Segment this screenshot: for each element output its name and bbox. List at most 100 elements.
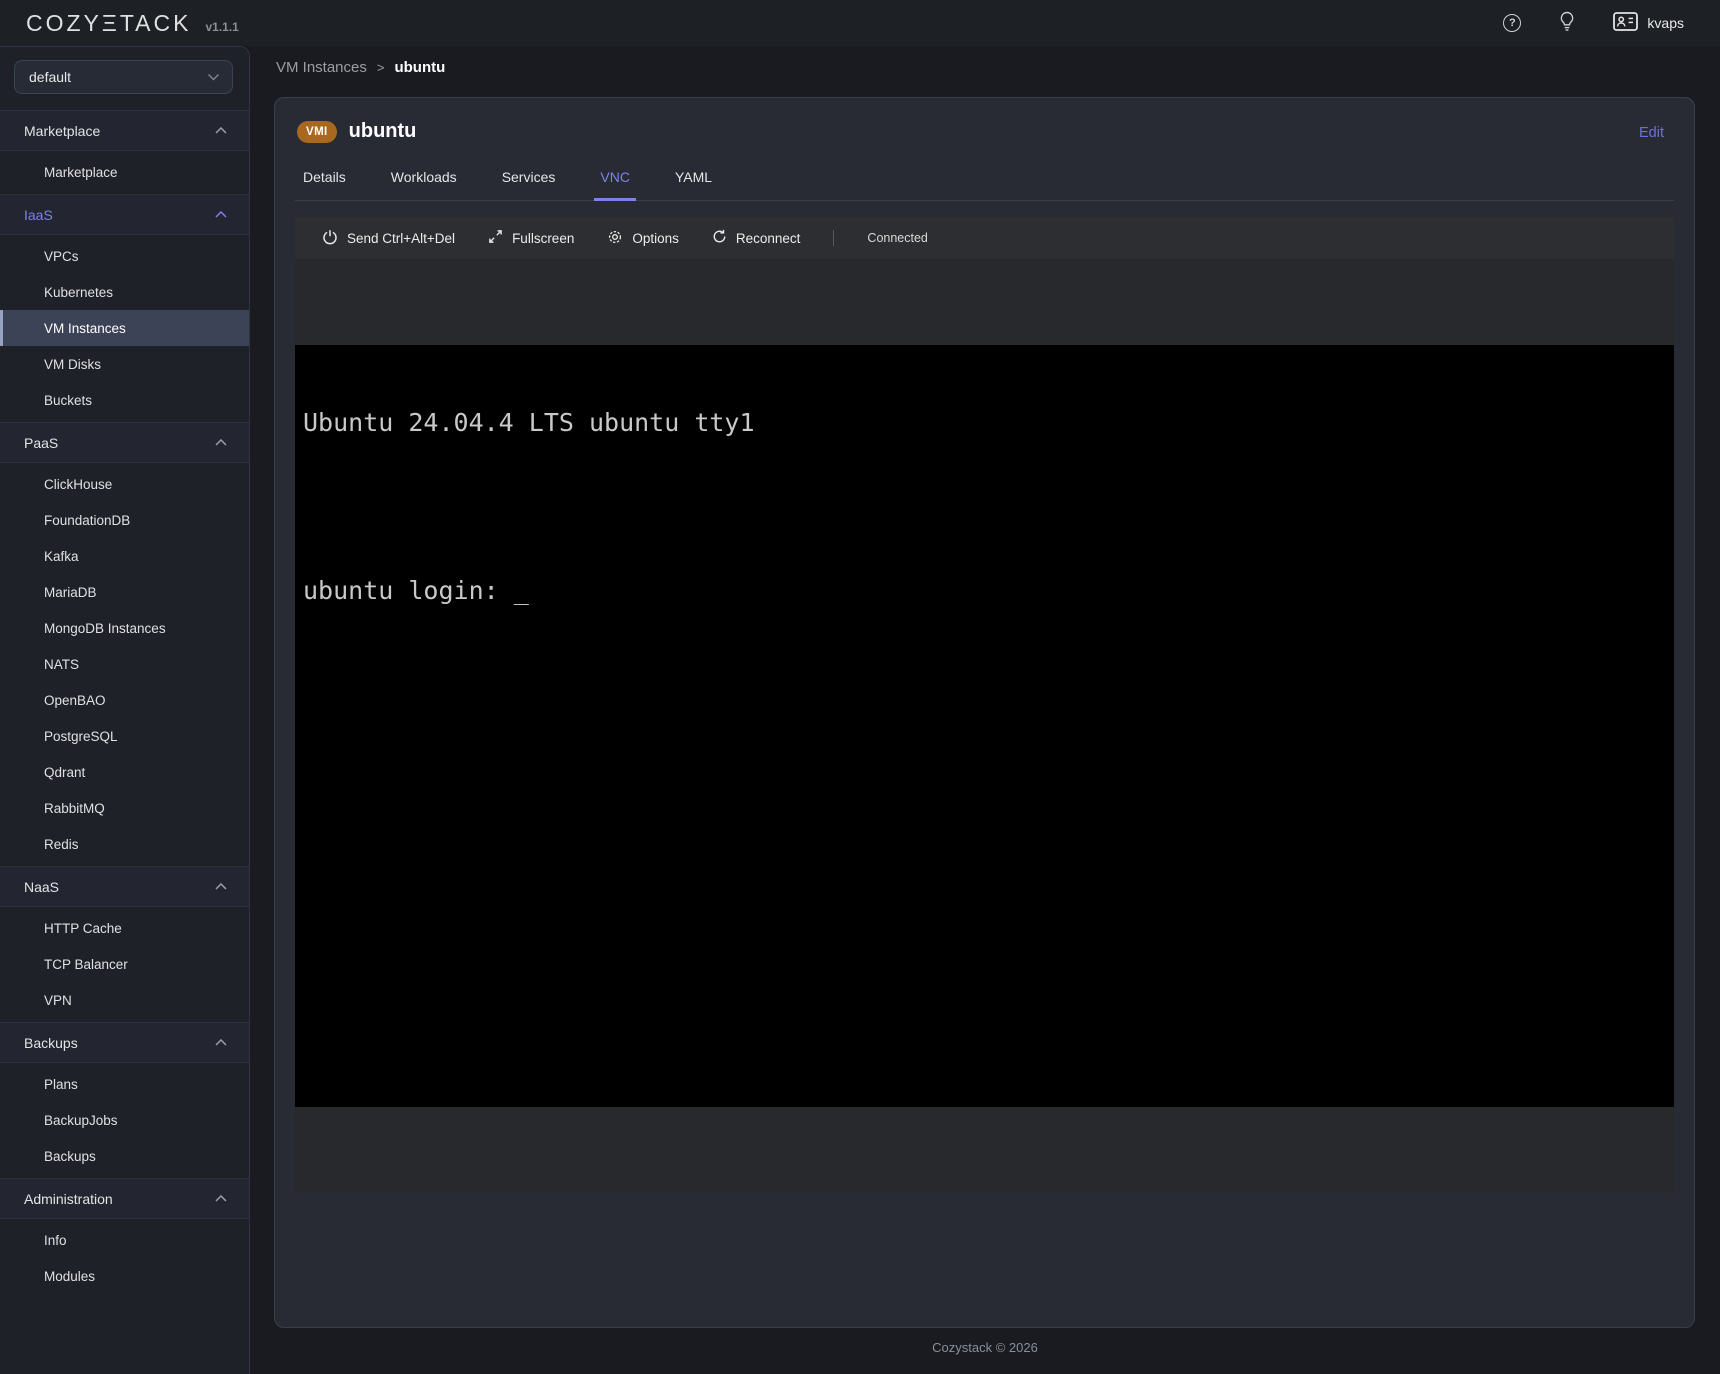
sidebar-item-label: MariaDB	[44, 585, 97, 600]
sidebar-section-marketplace[interactable]: Marketplace	[0, 110, 249, 151]
sidebar-item-label: Modules	[44, 1269, 95, 1284]
sidebar-item-plans[interactable]: Plans	[0, 1066, 249, 1102]
terminal-blank-line	[303, 493, 1674, 521]
sidebar-item-qdrant[interactable]: Qdrant	[0, 754, 249, 790]
sidebar-section-administration[interactable]: Administration	[0, 1178, 249, 1219]
sidebar-item-vpcs[interactable]: VPCs	[0, 238, 249, 274]
section-items: Marketplace	[0, 151, 249, 194]
reconnect-button[interactable]: Reconnect	[712, 229, 801, 247]
sidebar-item-label: VM Disks	[44, 357, 101, 372]
app-logo: COZYΞTACK	[26, 10, 191, 37]
app-version: v1.1.1	[205, 20, 238, 34]
tab-vnc[interactable]: VNC	[594, 169, 636, 201]
tab-workloads[interactable]: Workloads	[385, 169, 463, 201]
section-items: VPCs Kubernetes VM Instances VM Disks Bu…	[0, 235, 249, 422]
vnc-canvas[interactable]: Ubuntu 24.04.4 LTS ubuntu tty1 ubuntu lo…	[295, 259, 1674, 1192]
sidebar-item-label: Qdrant	[44, 765, 85, 780]
breadcrumb-current: ubuntu	[394, 59, 445, 76]
sidebar-item-label: Backups	[44, 1149, 96, 1164]
vnc-toolbar: Send Ctrl+Alt+Del Fullscreen Options	[295, 217, 1674, 259]
vm-instance-card: VMI ubuntu Edit Details Workloads Servic…	[274, 97, 1695, 1328]
breadcrumb-separator: >	[377, 60, 385, 75]
sidebar-item-kubernetes[interactable]: Kubernetes	[0, 274, 249, 310]
sidebar-item-marketplace[interactable]: Marketplace	[0, 154, 249, 190]
user-menu[interactable]: kvaps	[1613, 12, 1684, 34]
section-label: PaaS	[24, 435, 58, 451]
sidebar-section-backups[interactable]: Backups	[0, 1022, 249, 1063]
chevron-up-icon	[215, 439, 227, 446]
sidebar-item-kafka[interactable]: Kafka	[0, 538, 249, 574]
options-label: Options	[632, 231, 679, 246]
sidebar-item-postgresql[interactable]: PostgreSQL	[0, 718, 249, 754]
username: kvaps	[1647, 15, 1684, 31]
send-ctrl-alt-del-button[interactable]: Send Ctrl+Alt+Del	[322, 229, 455, 248]
fullscreen-label: Fullscreen	[512, 231, 574, 246]
section-items: Plans BackupJobs Backups	[0, 1063, 249, 1178]
sidebar-item-backups[interactable]: Backups	[0, 1138, 249, 1174]
sidebar-item-backupjobs[interactable]: BackupJobs	[0, 1102, 249, 1138]
sidebar-item-mariadb[interactable]: MariaDB	[0, 574, 249, 610]
sidebar-item-label: TCP Balancer	[44, 957, 128, 972]
sidebar-section-paas[interactable]: PaaS	[0, 422, 249, 463]
fullscreen-button[interactable]: Fullscreen	[488, 229, 574, 247]
sidebar-item-rabbitmq[interactable]: RabbitMQ	[0, 790, 249, 826]
terminal-line: Ubuntu 24.04.4 LTS ubuntu tty1	[303, 409, 1674, 437]
tab-details[interactable]: Details	[297, 169, 352, 201]
section-items: HTTP Cache TCP Balancer VPN	[0, 907, 249, 1022]
footer-copyright: Cozystack © 2026	[250, 1340, 1720, 1355]
sidebar-item-vm-disks[interactable]: VM Disks	[0, 346, 249, 382]
sidebar-item-tcp-balancer[interactable]: TCP Balancer	[0, 946, 249, 982]
chevron-up-icon	[215, 127, 227, 134]
sidebar-item-redis[interactable]: Redis	[0, 826, 249, 862]
breadcrumb-vm-instances[interactable]: VM Instances	[276, 59, 367, 76]
chevron-up-icon	[215, 1195, 227, 1202]
sidebar-item-label: HTTP Cache	[44, 921, 122, 936]
section-label: Marketplace	[24, 123, 100, 139]
chevron-down-icon	[207, 73, 220, 81]
sidebar-item-openbao[interactable]: OpenBAO	[0, 682, 249, 718]
terminal-cursor: _	[514, 576, 529, 605]
sidebar-item-label: FoundationDB	[44, 513, 130, 528]
sidebar-item-label: Kubernetes	[44, 285, 113, 300]
sidebar-item-label: MongoDB Instances	[44, 621, 166, 636]
chevron-up-icon	[215, 211, 227, 218]
chevron-up-icon	[215, 1039, 227, 1046]
sidebar-item-nats[interactable]: NATS	[0, 646, 249, 682]
sidebar-item-info[interactable]: Info	[0, 1222, 249, 1258]
top-bar: COZYΞTACK v1.1.1 ? kvaps	[0, 0, 1720, 46]
section-items: Info Modules	[0, 1219, 249, 1298]
sidebar-nav: Marketplace Marketplace IaaS VPCs Kubern…	[0, 110, 249, 1298]
tab-bar: Details Workloads Services VNC YAML	[295, 169, 1674, 201]
section-label: Administration	[24, 1191, 113, 1207]
sidebar-item-http-cache[interactable]: HTTP Cache	[0, 910, 249, 946]
options-button[interactable]: Options	[607, 229, 679, 248]
theme-toggle-button[interactable]	[1559, 11, 1575, 35]
sidebar-item-label: VM Instances	[44, 321, 126, 336]
sidebar-item-modules[interactable]: Modules	[0, 1258, 249, 1294]
sidebar-item-foundationdb[interactable]: FoundationDB	[0, 502, 249, 538]
vnc-screen[interactable]: Ubuntu 24.04.4 LTS ubuntu tty1 ubuntu lo…	[295, 345, 1674, 1107]
terminal-login-prompt: ubuntu login:	[303, 576, 514, 605]
edit-button[interactable]: Edit	[1633, 124, 1670, 142]
lightbulb-icon	[1559, 11, 1575, 35]
sidebar-item-vpn[interactable]: VPN	[0, 982, 249, 1018]
chevron-up-icon	[215, 883, 227, 890]
sidebar-section-iaas[interactable]: IaaS	[0, 194, 249, 235]
sidebar-item-label: Info	[44, 1233, 67, 1248]
sidebar-item-vm-instances[interactable]: VM Instances	[0, 310, 249, 346]
reconnect-label: Reconnect	[736, 231, 801, 246]
user-card-icon	[1613, 12, 1638, 34]
sidebar-section-naas[interactable]: NaaS	[0, 866, 249, 907]
send-ctrl-alt-del-label: Send Ctrl+Alt+Del	[347, 231, 455, 246]
sidebar-item-label: NATS	[44, 657, 79, 672]
sidebar-item-buckets[interactable]: Buckets	[0, 382, 249, 418]
reload-icon	[712, 229, 727, 247]
sidebar-item-mongodb-instances[interactable]: MongoDB Instances	[0, 610, 249, 646]
sidebar-item-clickhouse[interactable]: ClickHouse	[0, 466, 249, 502]
section-label: NaaS	[24, 879, 59, 895]
tab-services[interactable]: Services	[496, 169, 562, 201]
power-icon	[322, 229, 338, 248]
project-select[interactable]: default	[14, 60, 233, 94]
help-button[interactable]: ?	[1503, 14, 1521, 32]
tab-yaml[interactable]: YAML	[669, 169, 718, 201]
